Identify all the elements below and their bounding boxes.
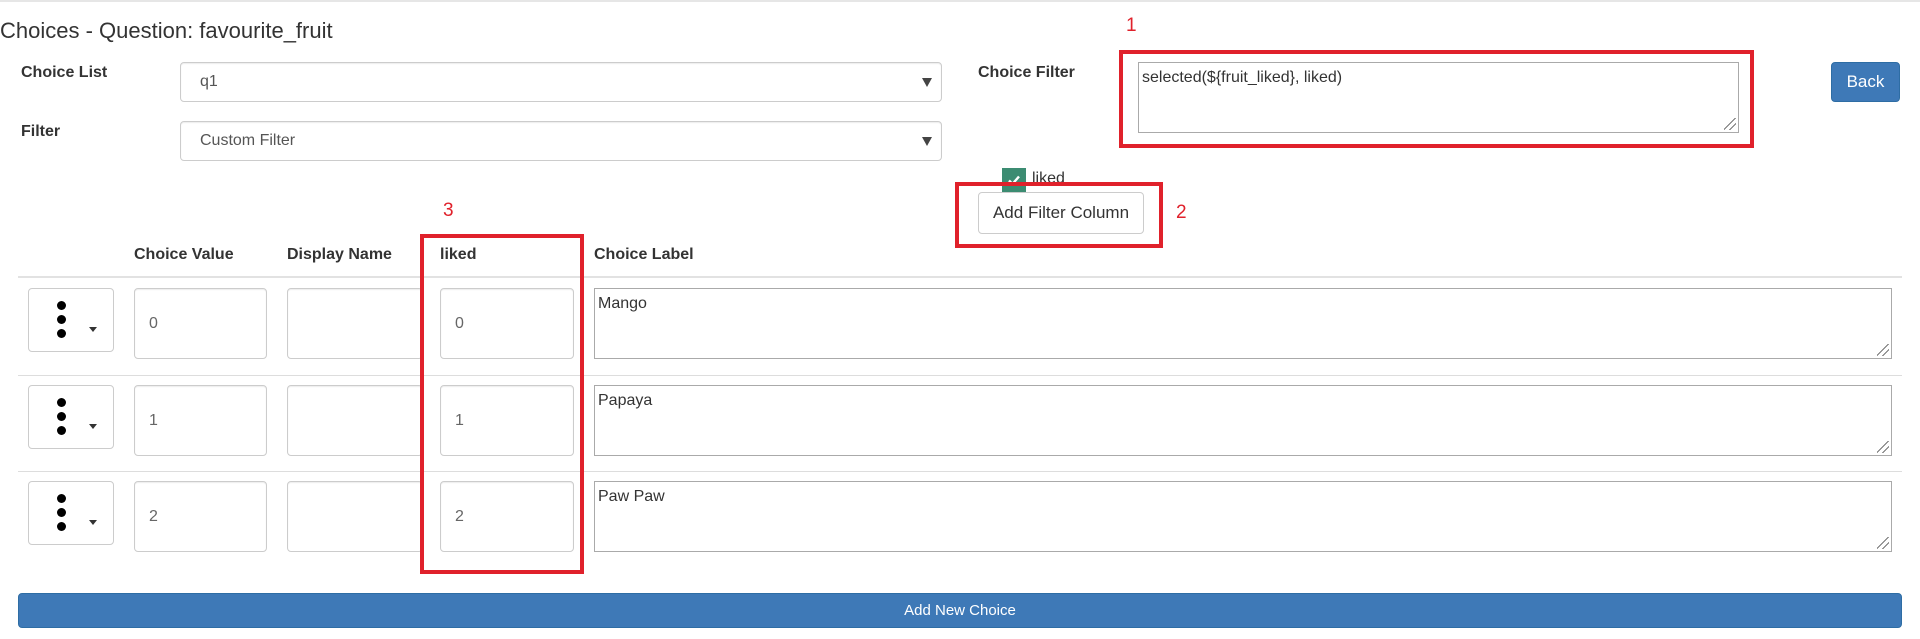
choice-label-value: Papaya <box>598 392 653 409</box>
choice-label-value: Paw Paw <box>598 488 665 505</box>
choice-list-label: Choice List <box>21 64 108 81</box>
filter-label: Filter <box>21 123 61 140</box>
row-divider <box>18 375 1902 376</box>
row-menu-button[interactable] <box>28 288 114 352</box>
annotation-box-2 <box>955 182 1163 248</box>
choice-label-value: Mango <box>598 295 647 312</box>
row-menu-button[interactable] <box>28 385 114 449</box>
more-vertical-icon-dot <box>57 329 66 338</box>
table-header-divider <box>18 276 1902 278</box>
row-menu-button[interactable] <box>28 481 114 545</box>
choice-list-value: q1 <box>200 73 218 90</box>
chevron-down-icon <box>922 78 932 87</box>
choice-value-input[interactable]: 1 <box>134 385 267 456</box>
column-header-choice-value: Choice Value <box>134 246 234 263</box>
choice-label-textarea[interactable]: Paw Paw <box>594 481 1892 552</box>
annotation-box-1 <box>1119 50 1754 148</box>
choice-label-textarea[interactable]: Mango <box>594 288 1892 359</box>
row-divider <box>18 471 1902 472</box>
annotation-label-2: 2 <box>1176 202 1187 223</box>
annotation-label-1: 1 <box>1126 15 1137 36</box>
resize-handle-icon[interactable] <box>1877 537 1889 549</box>
column-header-display-name: Display Name <box>287 246 392 263</box>
more-vertical-icon <box>57 301 66 310</box>
more-vertical-icon-dot <box>57 412 66 421</box>
more-vertical-icon-dot <box>57 426 66 435</box>
choice-label-textarea[interactable]: Papaya <box>594 385 1892 456</box>
annotation-label-3: 3 <box>443 200 454 221</box>
display-name-input[interactable] <box>287 481 423 552</box>
resize-handle-icon[interactable] <box>1877 344 1889 356</box>
column-header-choice-label: Choice Label <box>594 246 694 263</box>
add-new-choice-button[interactable]: Add New Choice <box>18 593 1902 628</box>
more-vertical-icon-dot <box>57 315 66 324</box>
caret-down-icon <box>89 424 97 429</box>
more-vertical-icon-dot <box>57 522 66 531</box>
display-name-input[interactable] <box>287 288 423 359</box>
annotation-box-3 <box>420 234 584 574</box>
choice-filter-label: Choice Filter <box>978 64 1075 81</box>
more-vertical-icon-dot <box>57 508 66 517</box>
filter-value: Custom Filter <box>200 132 296 149</box>
resize-handle-icon[interactable] <box>1877 441 1889 453</box>
more-vertical-icon <box>57 398 66 407</box>
top-divider <box>0 0 1920 2</box>
filter-select[interactable]: Custom Filter <box>180 121 942 161</box>
more-vertical-icon <box>57 494 66 503</box>
choice-list-select[interactable]: q1 <box>180 62 942 102</box>
caret-down-icon <box>89 520 97 525</box>
page-title: Choices - Question: favourite_fruit <box>0 18 333 43</box>
choice-value-input[interactable]: 0 <box>134 288 267 359</box>
display-name-input[interactable] <box>287 385 423 456</box>
back-button[interactable]: Back <box>1831 62 1900 102</box>
caret-down-icon <box>89 327 97 332</box>
choice-value-input[interactable]: 2 <box>134 481 267 552</box>
chevron-down-icon <box>922 137 932 146</box>
